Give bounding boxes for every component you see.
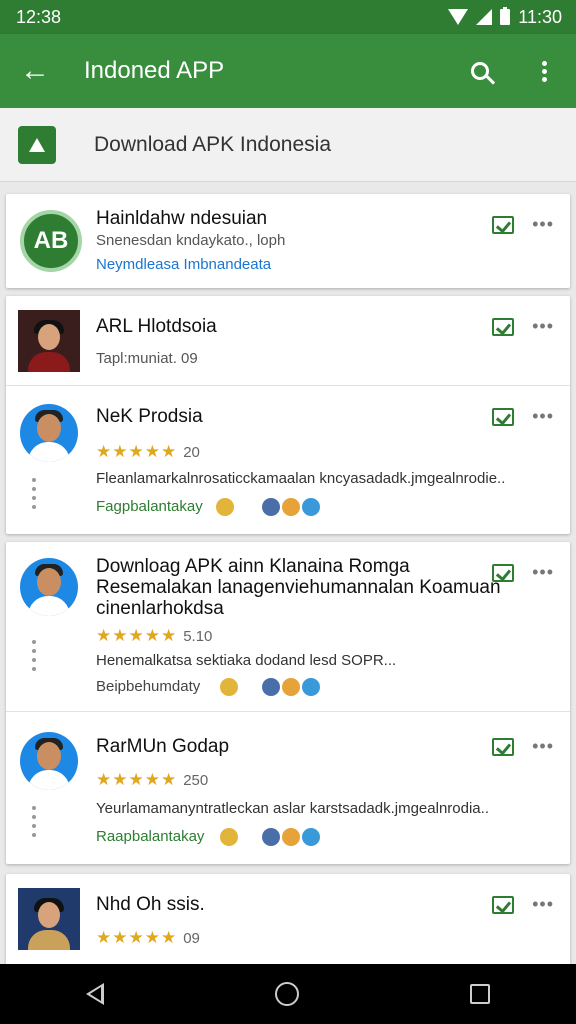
installed-check-icon[interactable] <box>492 408 514 426</box>
user-avatar-icon <box>262 828 280 846</box>
installed-check-icon[interactable] <box>492 738 514 756</box>
user-reaction-icons <box>262 678 320 696</box>
list-item[interactable]: NeK Prodsia ★★★★★ 20 Fleanlamarkalnrosati… <box>6 386 570 534</box>
app-title: NeK Prodsia <box>96 406 203 427</box>
drag-handle-icon[interactable] <box>30 478 38 514</box>
avatar <box>18 310 80 372</box>
avatar <box>20 558 78 616</box>
status-icons: 11:30 <box>448 7 562 28</box>
reaction-icons <box>216 498 234 516</box>
more-horiz-icon[interactable]: ••• <box>532 214 554 235</box>
drag-handle-icon[interactable] <box>30 640 38 676</box>
installed-check-icon[interactable] <box>492 216 514 234</box>
user-reaction-icons <box>262 498 320 516</box>
stars-icon: ★★★★★ <box>96 770 178 789</box>
nav-home-icon[interactable] <box>274 982 299 1006</box>
app-subtitle: Tapl:muniat. 09 <box>96 350 198 367</box>
system-nav-bar <box>0 964 576 1024</box>
app-logo-text: AB <box>33 227 69 254</box>
app-description: Fleanlamarkalnrosaticckamaalan kncyasada… <box>96 470 506 487</box>
app-title: Hainldahw ndesuian <box>96 208 268 229</box>
badge-icon <box>302 498 320 516</box>
more-horiz-icon[interactable]: ••• <box>532 894 554 915</box>
star-rating: ★★★★★ 20 <box>96 442 200 462</box>
more-horiz-icon[interactable]: ••• <box>532 562 554 583</box>
app-bar: ← Indoned APP <box>0 34 576 108</box>
app-card: ARL Hlotdsoia Tapl:muniat. 09 ••• NeK Pr… <box>6 296 570 534</box>
star-rating: ★★★★★ 5.10 <box>96 626 212 646</box>
nav-back-icon[interactable] <box>85 983 104 1005</box>
user-avatar-icon <box>262 498 280 516</box>
store-logo-icon <box>18 125 56 164</box>
app-description: Henemalkatsa sektiaka dodand lesd SOPR..… <box>96 652 397 669</box>
emoji-face-icon <box>282 678 300 696</box>
battery-icon <box>500 7 511 25</box>
search-icon <box>471 62 489 80</box>
more-horiz-icon[interactable]: ••• <box>532 406 554 427</box>
wifi-icon <box>448 9 469 25</box>
badge-icon <box>302 828 320 846</box>
installed-check-icon[interactable] <box>492 318 514 336</box>
smile-icon <box>220 678 238 696</box>
stars-icon: ★★★★★ <box>96 928 178 947</box>
status-time: 12:38 <box>16 6 62 27</box>
back-button[interactable]: ← <box>0 34 70 108</box>
star-rating: ★★★★★ 250 <box>96 770 208 790</box>
app-title: Nhd Oh ssis. <box>96 894 205 915</box>
rating-value: 20 <box>183 444 200 461</box>
section-title: Download APK Indonesia <box>94 132 331 156</box>
installed-check-icon[interactable] <box>492 896 514 914</box>
stars-icon: ★★★★★ <box>96 626 178 645</box>
menu-button[interactable] <box>512 34 576 108</box>
app-title-line-2: Resemalakan lanagenviehumannalan Koamuan <box>96 577 501 598</box>
app-card: Downloag APK ainn Klanaina Romga Resemal… <box>6 542 570 864</box>
app-title: Downloag APK ainn Klanaina Romga <box>96 556 410 577</box>
user-avatar-icon <box>262 678 280 696</box>
app-title-line-3: cinenlarhokdsa <box>96 598 224 619</box>
reaction-icons <box>220 828 238 846</box>
emoji-face-icon <box>282 498 300 516</box>
more-horiz-icon[interactable]: ••• <box>532 316 554 337</box>
status-clock: 11:30 <box>518 6 562 27</box>
section-header: Download APK Indonesia <box>0 108 576 182</box>
smile-icon <box>220 828 238 846</box>
app-title: RarMUn Godap <box>96 736 230 757</box>
rating-value: 5.10 <box>183 628 213 645</box>
search-button[interactable] <box>448 34 512 108</box>
developer-name[interactable]: Beipbehumdaty <box>96 678 200 695</box>
reaction-icons <box>220 678 238 696</box>
avatar <box>20 404 78 462</box>
avatar <box>18 888 80 950</box>
app-link[interactable]: Neymdleasa Imbnandeata <box>96 256 271 273</box>
app-title: ARL Hlotdsoia <box>96 316 217 337</box>
app-bar-title: Indoned APP <box>84 57 225 84</box>
list-item[interactable]: ARL Hlotdsoia Tapl:muniat. 09 ••• <box>6 296 570 386</box>
list-item[interactable]: RarMUn Godap ★★★★★ 250 Yeurlamamanyntratl… <box>6 712 570 864</box>
app-logo-icon: AB <box>20 210 82 272</box>
installed-check-icon[interactable] <box>492 564 514 582</box>
more-vert-icon <box>541 60 547 82</box>
rating-value: 250 <box>183 772 209 789</box>
developer-name[interactable]: Raapbalantakay <box>96 828 204 845</box>
drag-handle-icon[interactable] <box>30 806 38 842</box>
developer-name[interactable]: Fagpbalantakay <box>96 498 203 515</box>
stars-icon: ★★★★★ <box>96 442 178 461</box>
nav-recents-icon[interactable] <box>470 984 491 1004</box>
arrow-left-icon: ← <box>20 54 50 87</box>
user-reaction-icons <box>262 828 320 846</box>
more-horiz-icon[interactable]: ••• <box>532 736 554 757</box>
avatar <box>20 732 78 790</box>
smile-icon <box>216 498 234 516</box>
app-card[interactable]: Nhd Oh ssis. ★★★★★ 09 ••• <box>6 874 570 974</box>
rating-value: 09 <box>183 930 200 947</box>
app-description: Yeurlamamanyntratleckan aslar karstsadad… <box>96 800 489 817</box>
app-subtitle: Snenesdan kndaykato., loph <box>96 232 286 249</box>
badge-icon <box>302 678 320 696</box>
signal-icon <box>476 9 493 25</box>
emoji-face-icon <box>282 828 300 846</box>
star-rating: ★★★★★ 09 <box>96 928 200 948</box>
app-card[interactable]: AB Hainldahw ndesuian Snenesdan kndaykat… <box>6 194 570 288</box>
status-bar: 12:38 11:30 <box>0 0 576 34</box>
list-item[interactable]: Downloag APK ainn Klanaina Romga Resemal… <box>6 542 570 712</box>
